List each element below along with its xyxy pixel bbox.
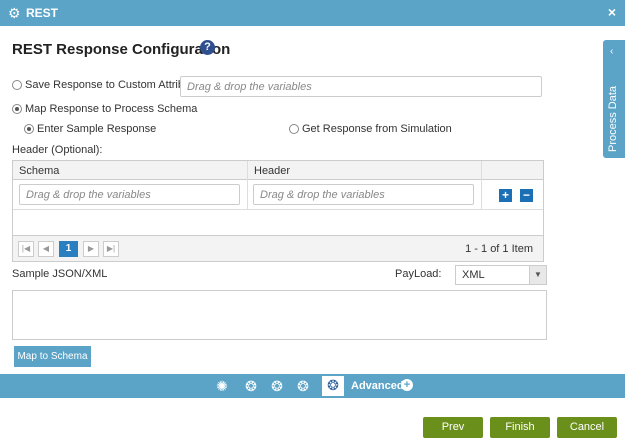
grid-header-row: Schema Header bbox=[13, 161, 543, 180]
title-bar: ⚙ REST × bbox=[0, 0, 625, 26]
enter-sample-response-radio[interactable] bbox=[24, 124, 34, 134]
close-icon[interactable]: × bbox=[608, 4, 616, 20]
bottom-toolbar: ✺ ❂ ❂ ❂ ❂ Advanced + bbox=[0, 374, 625, 398]
next-page-button[interactable]: ▶ bbox=[83, 241, 99, 257]
globe-rest-icon[interactable]: ❂ bbox=[322, 376, 344, 396]
globe-gear-icon-1[interactable]: ❂ bbox=[242, 377, 260, 395]
page-title: REST Response Configuration bbox=[12, 41, 231, 58]
map-process-schema-label: Map Response to Process Schema bbox=[25, 103, 198, 115]
column-header-header: Header bbox=[254, 165, 291, 177]
cancel-button[interactable]: Cancel bbox=[557, 417, 617, 438]
add-row-button[interactable]: + bbox=[499, 189, 512, 202]
process-data-tab[interactable]: ‹ Process Data bbox=[603, 40, 625, 158]
prev-button[interactable]: Prev bbox=[423, 417, 483, 438]
payload-select[interactable]: XML ▼ bbox=[455, 265, 547, 285]
payload-label: PayLoad: bbox=[395, 268, 442, 280]
prev-page-button[interactable]: ◀ bbox=[38, 241, 54, 257]
gear-icon: ⚙ bbox=[8, 5, 21, 21]
globe-gear-icon-3[interactable]: ❂ bbox=[294, 377, 312, 395]
get-response-simulation-label: Get Response from Simulation bbox=[302, 123, 452, 135]
sample-json-xml-label: Sample JSON/XML bbox=[12, 268, 108, 280]
chevron-left-icon: ‹ bbox=[610, 46, 614, 57]
get-response-simulation-radio[interactable] bbox=[289, 124, 299, 134]
column-header-schema: Schema bbox=[19, 165, 60, 177]
last-page-button[interactable]: ▶| bbox=[103, 241, 119, 257]
save-custom-attribute-label: Save Response to Custom Attribute bbox=[25, 79, 200, 91]
chevron-down-icon: ▼ bbox=[529, 266, 546, 284]
advanced-label[interactable]: Advanced bbox=[351, 380, 404, 392]
header-optional-label: Header (Optional): bbox=[12, 144, 103, 156]
payload-value: XML bbox=[462, 269, 485, 281]
finish-button[interactable]: Finish bbox=[490, 417, 550, 438]
custom-attribute-drop-field[interactable]: Drag & drop the variables bbox=[180, 76, 542, 97]
grid-pager: |◀ ◀ 1 ▶ ▶| 1 - 1 of 1 Item bbox=[13, 235, 543, 261]
advanced-plus-icon[interactable]: + bbox=[401, 379, 413, 391]
help-icon[interactable]: ? bbox=[200, 40, 215, 55]
globe-gear-icon-2[interactable]: ❂ bbox=[268, 377, 286, 395]
window-title: REST bbox=[26, 6, 59, 20]
save-custom-attribute-radio[interactable] bbox=[12, 80, 22, 90]
sample-response-textarea[interactable] bbox=[12, 290, 547, 340]
remove-row-button[interactable]: − bbox=[520, 189, 533, 202]
first-page-button[interactable]: |◀ bbox=[18, 241, 34, 257]
header-drop-field[interactable]: Drag & drop the variables bbox=[253, 184, 474, 205]
header-grid: Schema Header Drag & drop the variables … bbox=[12, 160, 544, 262]
pager-count: 1 - 1 of 1 Item bbox=[465, 243, 533, 255]
map-process-schema-radio[interactable] bbox=[12, 104, 22, 114]
schema-drop-field[interactable]: Drag & drop the variables bbox=[19, 184, 240, 205]
process-data-label: Process Data bbox=[607, 85, 619, 152]
page-1-button[interactable]: 1 bbox=[59, 241, 78, 257]
enter-sample-response-label: Enter Sample Response bbox=[37, 123, 157, 135]
map-to-schema-button[interactable]: Map to Schema bbox=[14, 346, 91, 367]
globe-settings-icon[interactable]: ✺ bbox=[213, 377, 231, 395]
